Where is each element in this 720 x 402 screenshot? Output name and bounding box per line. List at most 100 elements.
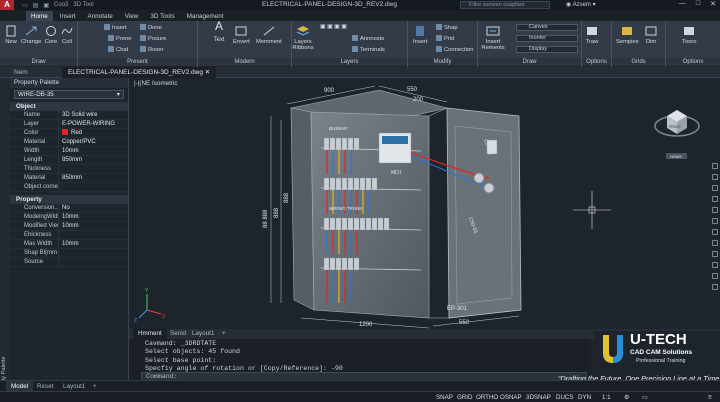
property-value[interactable] <box>58 165 128 173</box>
pan-icon[interactable] <box>712 163 718 169</box>
minimize-button[interactable]: — <box>679 0 686 8</box>
property-row[interactable]: Name 3D Solid wire <box>10 111 128 120</box>
property-row[interactable]: Length 850mm <box>10 156 128 165</box>
text-button[interactable]: A Text <box>212 20 226 43</box>
fly-icon[interactable] <box>712 251 718 257</box>
property-row[interactable]: Mas Width 10mm <box>10 240 128 249</box>
app-logo-icon[interactable]: A <box>0 0 14 10</box>
walk-icon[interactable] <box>712 229 718 235</box>
3dsnap-toggle[interactable]: 3DSNAP <box>524 393 553 402</box>
close-button[interactable]: ✕ <box>710 0 716 8</box>
terminals-tool[interactable]: Terminals <box>352 46 385 53</box>
sempies-button[interactable]: Sempies <box>616 25 639 45</box>
osnap-toggle[interactable]: OSNAP <box>498 393 524 402</box>
property-value[interactable] <box>58 183 128 191</box>
property-row[interactable]: Material 850mm <box>10 174 128 183</box>
cmd-tab[interactable]: Layout1 <box>187 329 219 339</box>
property-value[interactable] <box>58 231 128 239</box>
property-value[interactable]: 850mm <box>58 174 128 182</box>
palette-side-strip[interactable]: Property Palette <box>0 78 10 398</box>
envert-button[interactable]: Envert <box>233 25 250 45</box>
steering-wheel-icon[interactable] <box>712 207 718 213</box>
property-value[interactable] <box>58 249 128 257</box>
quick-access-save-icon[interactable]: ▣ <box>43 2 49 9</box>
user-account[interactable]: ◉ Azsem ▾ <box>566 1 596 8</box>
ducs-toggle[interactable]: DUCS <box>554 393 576 402</box>
property-row[interactable]: Color Red <box>10 129 128 138</box>
zoom-extents-icon[interactable] <box>712 218 718 224</box>
palette-section-header[interactable]: Object <box>10 102 128 111</box>
grid-toggle[interactable]: GRID <box>455 393 474 402</box>
new-button[interactable]: New <box>4 25 18 45</box>
property-value[interactable]: E-POWER-WIRING <box>58 120 128 128</box>
layer-tools-icons[interactable]: ▣ ▣ ▣ ▣ <box>320 24 347 30</box>
tab-view[interactable]: View <box>120 11 144 21</box>
quick-access-new-icon[interactable]: ▭ <box>22 2 28 9</box>
property-row[interactable]: Shap Bl(mm <box>10 249 128 258</box>
tab-3d-tools[interactable]: 3D Tools <box>145 11 179 21</box>
cmd-tab-add[interactable]: + <box>217 329 231 339</box>
coil-button[interactable]: Coil <box>60 25 74 45</box>
search-input[interactable]: Filtre sonwen oxapfare <box>460 1 550 9</box>
showmotion-icon[interactable] <box>712 196 718 202</box>
palette-section-header[interactable]: Property <box>10 195 128 204</box>
rewind-icon[interactable] <box>712 262 718 268</box>
property-row[interactable]: ModeingWidth 10mm <box>10 213 128 222</box>
tooro-button[interactable]: Tooro <box>682 25 697 45</box>
customize-menu-icon[interactable]: ≡ <box>706 393 714 402</box>
snap-toggle[interactable]: SNAP <box>434 393 455 402</box>
posure-tool[interactable]: Posure <box>140 35 166 42</box>
property-row[interactable]: Thickness <box>10 165 128 174</box>
annotation-scale[interactable]: 1:1 <box>600 393 613 402</box>
property-value[interactable]: No <box>58 204 128 212</box>
property-value[interactable]: 850mm <box>58 156 128 164</box>
tab-home[interactable]: Home <box>26 11 53 21</box>
orbit-icon[interactable] <box>712 185 718 191</box>
traw-button[interactable]: Traw <box>585 25 599 45</box>
clean-screen-icon[interactable]: ▭ <box>640 393 650 402</box>
property-row[interactable]: Material Copper/PVC <box>10 138 128 147</box>
annnosts-tool[interactable]: Annnosts <box>352 35 384 42</box>
property-value[interactable]: 10mm <box>58 240 128 248</box>
center-icon[interactable] <box>712 273 718 279</box>
chat-tool[interactable]: Chat <box>108 46 128 53</box>
insert-tool[interactable]: Insert <box>104 24 127 31</box>
inonter-select[interactable]: Inonter <box>516 35 578 42</box>
property-value[interactable]: 3D Solid wire <box>58 111 128 119</box>
property-value[interactable]: 10mm <box>58 147 128 155</box>
tab-insert[interactable]: Insert <box>55 11 81 21</box>
object-select[interactable]: WIRE-DB-35 ▾ <box>14 90 124 99</box>
quick-access-item[interactable]: Coo3 <box>54 2 68 9</box>
dyn-toggle[interactable]: DYN <box>576 393 593 402</box>
doc-tab-current[interactable]: ELECTRICAL-PANEL-DESIGN-3D_REV2.dwg ✕ <box>62 67 217 78</box>
property-value[interactable]: Red <box>58 129 128 137</box>
property-value[interactable]: Copper/PVC <box>58 138 128 146</box>
done-tool[interactable]: Done <box>140 24 162 31</box>
property-row[interactable]: Source <box>10 258 128 267</box>
property-row[interactable]: Layer E-POWER-WIRING <box>10 120 128 129</box>
change-button[interactable]: Change <box>21 25 41 45</box>
maximize-button[interactable]: □ <box>696 0 700 8</box>
quick-access-item[interactable]: 3D Tool <box>73 2 93 9</box>
drawing-viewport[interactable]: |-|(NE Isometric 900 550 200 88 888 888 … <box>129 78 720 329</box>
property-value[interactable]: 10mm <box>58 213 128 221</box>
core-button[interactable]: Core <box>44 25 58 45</box>
property-row[interactable]: Object corner <box>10 183 128 192</box>
dim-button[interactable]: Dim <box>644 25 658 45</box>
property-row[interactable]: Ehickness <box>10 231 128 240</box>
workspace-gear-icon[interactable]: ⚙ <box>622 393 632 402</box>
doc-tab-start[interactable]: Nem <box>8 67 34 78</box>
look-icon[interactable] <box>712 240 718 246</box>
quick-access-open-icon[interactable]: ▤ <box>33 2 39 9</box>
close-tab-icon[interactable]: ✕ <box>205 69 210 76</box>
zoom-window-icon[interactable] <box>712 284 718 290</box>
modify-insert-button[interactable]: Insert <box>413 25 428 45</box>
property-row[interactable]: Width 10mm <box>10 147 128 156</box>
property-value[interactable]: 10mm <box>58 222 128 230</box>
property-value[interactable] <box>58 258 128 266</box>
memment-button[interactable]: Memment <box>256 25 282 45</box>
roser-tool[interactable]: Roser <box>140 46 163 53</box>
layers-ribbons-button[interactable]: Layers Ribbons <box>292 25 314 51</box>
tab-annotate[interactable]: Annotate <box>83 11 118 21</box>
prid-tool[interactable]: Prid <box>436 35 454 42</box>
